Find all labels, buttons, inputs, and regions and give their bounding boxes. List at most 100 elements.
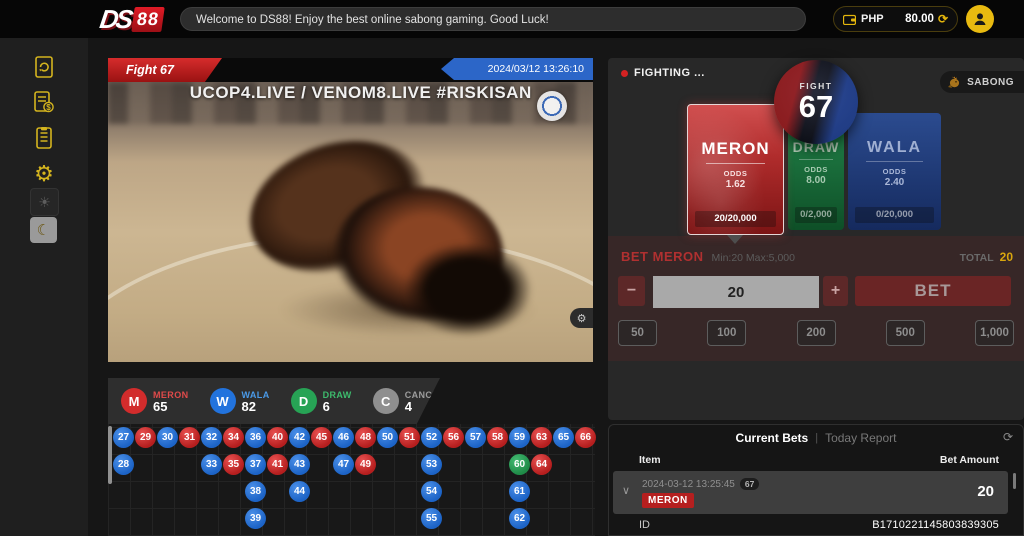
welcome-marquee: Welcome to DS88! Enjoy the best online s… xyxy=(180,7,806,31)
card-divider xyxy=(799,159,834,160)
bet-side-badge: MERON xyxy=(642,493,694,508)
chip-200[interactable]: 200 xyxy=(797,320,836,346)
fight-number-sphere: FIGHT 67 xyxy=(774,60,858,144)
history-cell-wala: 37 xyxy=(245,454,266,475)
history-cell-wala: 43 xyxy=(289,454,310,475)
person-icon xyxy=(972,11,988,27)
history-cell-meron: 35 xyxy=(223,454,244,475)
meron-pool: 20/20,000 xyxy=(695,211,776,227)
wala-card-title: WALA xyxy=(848,139,941,157)
bet-id-label: ID xyxy=(639,519,650,531)
chip-100[interactable]: 100 xyxy=(707,320,746,346)
bet-id-row: ID B1710221145803839305 xyxy=(639,519,999,531)
fight-history-grid[interactable]: 2728293031323334353637383940414243444546… xyxy=(108,424,595,536)
history-cell-wala: 30 xyxy=(157,427,178,448)
chip-500[interactable]: 500 xyxy=(886,320,925,346)
wala-odds-value: 2.40 xyxy=(848,177,941,188)
card-divider xyxy=(866,161,924,162)
moon-icon: ☾ xyxy=(37,221,50,239)
wala-bet-card[interactable]: WALA ODDS 2.40 0/20,000 xyxy=(848,113,941,230)
history-cell-wala: 52 xyxy=(421,427,442,448)
bet-row[interactable]: ∨ 2024-03-12 13:25:45 67 MERON 20 xyxy=(613,471,1008,514)
bet-info-row: BET MERON Min:20 Max:5,000 TOTAL 20 xyxy=(621,249,1013,264)
quick-bet-chips: 50 100 200 500 1,000 xyxy=(618,320,1014,346)
history-cell-meron: 34 xyxy=(223,427,244,448)
wallet-balance-pill[interactable]: PHP 80.00 ⟳ xyxy=(833,6,958,32)
stream-header: Fight 67 2024/03/12 13:26:10 xyxy=(108,58,593,82)
sidebar-item-transactions[interactable]: $ xyxy=(29,87,59,117)
history-cell-wala: 50 xyxy=(377,427,398,448)
history-cell-wala: 36 xyxy=(245,427,266,448)
stat-cancel: C CANCEL4 xyxy=(373,388,445,414)
history-cell-wala: 38 xyxy=(245,481,266,502)
theme-light-button[interactable]: ☀ xyxy=(30,188,59,216)
gear-icon: ⚙ xyxy=(577,312,587,325)
bet-timestamp: 2024-03-12 13:25:45 67 xyxy=(642,478,759,490)
user-avatar[interactable] xyxy=(966,5,994,33)
chevron-down-icon[interactable]: ∨ xyxy=(622,484,630,497)
history-cell-meron: 29 xyxy=(135,427,156,448)
history-cell-wala: 28 xyxy=(113,454,134,475)
ds88-logo[interactable]: DS 88 xyxy=(100,4,163,35)
chip-1000[interactable]: 1,000 xyxy=(975,320,1014,346)
history-cell-meron: 56 xyxy=(443,427,464,448)
bet-amount-value: 20 xyxy=(977,483,994,500)
bet-side-label: BET MERON xyxy=(621,249,704,264)
live-video-player[interactable]: UCOP4.LIVE / VENOM8.LIVE #RISKISAN ⚙ xyxy=(108,82,593,362)
history-cell-wala: 39 xyxy=(245,508,266,529)
bet-submit-button[interactable]: BET xyxy=(855,276,1011,306)
balance-refresh-icon[interactable]: ⟳ xyxy=(938,12,948,26)
history-cell-meron: 31 xyxy=(179,427,200,448)
top-bar: DS 88 Welcome to DS88! Enjoy the best on… xyxy=(0,0,1024,38)
bets-refresh-icon[interactable]: ⟳ xyxy=(1003,430,1013,444)
history-cell-wala: 53 xyxy=(421,454,442,475)
history-cell-wala: 57 xyxy=(465,427,486,448)
history-scrollbar[interactable] xyxy=(108,426,112,484)
live-stream-section: Fight 67 2024/03/12 13:26:10 UCOP4.LIVE … xyxy=(108,58,593,362)
history-cell-wala: 47 xyxy=(333,454,354,475)
theme-dark-button[interactable]: ☾ xyxy=(30,217,57,243)
history-cell-wala: 32 xyxy=(201,427,222,448)
meron-bet-card[interactable]: MERON ODDS 1.62 20/20,000 xyxy=(687,104,784,235)
file-money-icon: $ xyxy=(32,90,56,114)
stat-meron: MMERON65 xyxy=(121,388,189,414)
bet-increase-button[interactable]: + xyxy=(823,276,848,306)
tab-separator: | xyxy=(815,432,818,444)
current-bets-panel: Current Bets | Today Report ⟳ Item Bet A… xyxy=(608,424,1024,536)
meron-card-title: MERON xyxy=(688,139,783,159)
history-cell-wala: 46 xyxy=(333,427,354,448)
history-cell-meron: 40 xyxy=(267,427,288,448)
logo-88-badge: 88 xyxy=(131,7,165,32)
stat-count: 82 xyxy=(242,400,270,413)
chip-50[interactable]: 50 xyxy=(618,320,657,346)
bet-decrease-button[interactable]: − xyxy=(618,276,645,306)
meron-circle-icon: M xyxy=(121,388,147,414)
bet-amount-input[interactable] xyxy=(653,276,819,308)
sidebar-item-bet-history[interactable] xyxy=(29,52,59,82)
history-cell-wala: 59 xyxy=(509,427,530,448)
settings-gear-icon: ⚙ xyxy=(34,161,54,187)
history-cell-wala: 44 xyxy=(289,481,310,502)
bet-limits: Min:20 Max:5,000 xyxy=(712,252,795,264)
provider-badge: SABONG xyxy=(940,71,1024,93)
stream-quality-tab[interactable]: ⚙ xyxy=(570,308,593,328)
tab-current-bets[interactable]: Current Bets xyxy=(736,431,809,445)
sidebar-item-settings[interactable]: ⚙ xyxy=(29,159,59,189)
stat-label: CANCEL xyxy=(405,390,445,400)
fight-number: 67 xyxy=(799,91,833,123)
cancel-circle-icon: C xyxy=(373,388,399,414)
history-cell-meron: 45 xyxy=(311,427,332,448)
live-status-dot xyxy=(621,70,628,77)
history-cell-meron: 63 xyxy=(531,427,552,448)
tab-today-report[interactable]: Today Report xyxy=(825,431,896,445)
bet-time-text: 2024-03-12 13:25:45 xyxy=(642,479,735,490)
history-cell-wala: 27 xyxy=(113,427,134,448)
wala-circle-icon: W xyxy=(210,388,236,414)
minus-icon: − xyxy=(627,282,636,300)
stat-count: 4 xyxy=(405,400,445,413)
stat-label: MERON xyxy=(153,390,189,400)
sidebar-item-rules[interactable] xyxy=(29,123,59,153)
history-cell-meron: 58 xyxy=(487,427,508,448)
rooster-silhouette xyxy=(403,242,533,337)
bets-scrollbar[interactable] xyxy=(1013,473,1016,489)
